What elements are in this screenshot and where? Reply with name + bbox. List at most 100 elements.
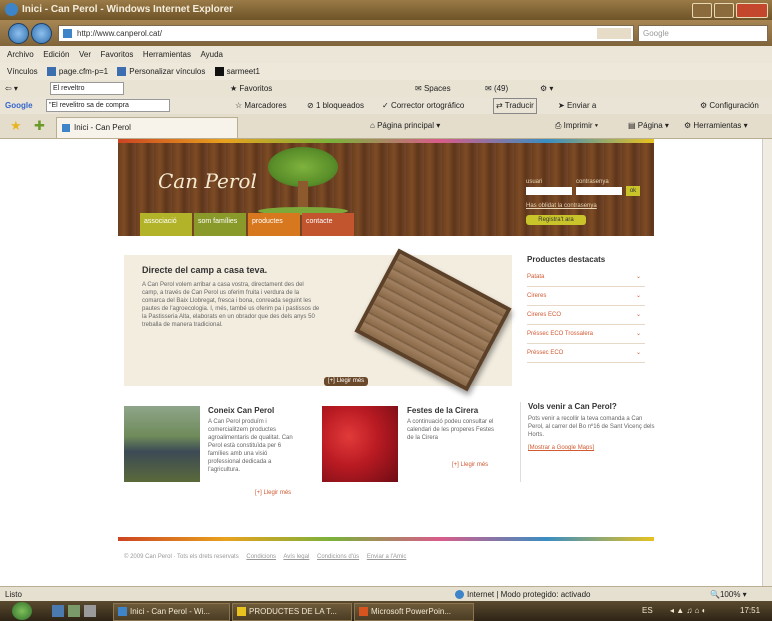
footer-link[interactable]: Condicions d'ús [317,554,359,560]
nav-tab-productes[interactable]: productes [248,213,300,236]
quicklaunch-ie-icon[interactable] [52,605,64,617]
toolbar-row: ⇦ ▾ El reveltro ★ Favoritos ✉ Spaces ✉ (… [0,80,772,97]
tools-menu-button[interactable]: ⚙ Herramientas ▾ [684,114,748,138]
maximize-button[interactable] [714,3,734,18]
block2-text: A continuació podeu consultar el calenda… [407,419,495,441]
quicklaunch-explorer-icon[interactable] [68,605,80,617]
links-label: Vínculos [7,67,38,76]
google-search-input[interactable]: "El revelitro sa de compra [46,99,170,112]
password-input[interactable] [576,187,622,195]
search-box[interactable]: Google [638,25,768,42]
block2-title[interactable]: Festes de la Cirera [407,406,478,415]
google-toolbar: Google "El revelitro sa de compra ☆ Marc… [0,97,772,115]
chevron-down-icon: ⌄ [635,350,641,356]
page-viewport[interactable]: Can Perol associació som famílies produc… [0,139,762,586]
settings-button[interactable]: ⚙ Configuración [700,97,759,114]
toolbar-extra-icon[interactable]: ⚙ ▾ [540,80,553,97]
link-favicon-icon [46,67,56,77]
clock[interactable]: 17:51 [740,601,760,621]
tab-active[interactable]: Inici - Can Perol [56,117,238,138]
menu-edicion[interactable]: Edición [43,46,69,63]
block1-read-more[interactable]: [+] Llegir més [255,490,291,496]
page-menu-button[interactable]: ▤ Página ▾ [628,114,669,138]
site-logo[interactable]: Can Perol [158,169,257,193]
mail-count[interactable]: ✉ (49) [485,80,508,97]
toolbar-search-input[interactable]: El reveltro [50,82,124,95]
block2-read-more[interactable]: [+] Llegir més [452,462,488,468]
vertical-scrollbar[interactable] [762,139,772,586]
spellcheck-button[interactable]: ✓ Corrector ortográfico [382,97,464,114]
user-input[interactable] [526,187,572,195]
spaces-button[interactable]: ✉ Spaces [415,80,451,97]
start-button[interactable] [12,602,32,620]
site-header: Can Perol associació som famílies produc… [118,143,654,236]
visit-text: Pots venir a recollir la teva comanda a … [528,416,655,438]
google-maps-link[interactable]: [Mostrar a Google Maps] [528,445,658,451]
home-button[interactable]: ⌂ Página principal ▾ [370,114,440,138]
send-to-button[interactable]: ➤ Enviar a [558,97,596,114]
favorites-button[interactable]: ★ Favoritos [230,80,272,97]
nav-tab-associacio[interactable]: associació [140,213,192,236]
links-bar: Vínculos page.cfm-p=1 Personalizar víncu… [0,63,772,80]
tab-label: Inici - Can Perol [74,123,131,132]
translate-button[interactable]: ⇄ Traducir [493,98,537,114]
language-indicator[interactable]: ES [642,601,653,621]
tab-favicon-icon [62,123,70,132]
forgot-password-link[interactable]: Has oblidat la contrasenya [526,203,597,209]
zoom-control[interactable]: 🔍100% ▾ [710,587,747,602]
footer-link[interactable]: Avís legal [283,554,309,560]
chevron-down-icon: ⌄ [635,331,641,337]
product-item[interactable]: Préssec ECO Trossalera ⌄ [527,325,645,344]
footer-link[interactable]: Enviar a l'Amic [367,554,407,560]
globe-icon [455,590,464,600]
taskbar-button-folder[interactable]: PRODUCTES DE LA T... [232,603,352,621]
address-bar[interactable]: http://www.canperol.cat/ [58,25,634,42]
menu-favoritos[interactable]: Favoritos [101,46,134,63]
address-row: http://www.canperol.cat/ Google [0,20,772,46]
footer-link[interactable]: Condicions [246,554,276,560]
quicklaunch-desktop-icon[interactable] [84,605,96,617]
menu-ayuda[interactable]: Ayuda [200,46,223,63]
register-button[interactable]: Registra't ara [526,215,586,225]
bookmarks-button[interactable]: ☆ Marcadores [235,97,287,114]
product-item[interactable]: Cireres ⌄ [527,287,645,306]
taskbar-button-powerpoint[interactable]: Microsoft PowerPoin... [354,603,474,621]
close-button[interactable] [736,3,768,18]
link-item[interactable]: page.cfm-p=1 [46,63,108,80]
nav-tab-families[interactable]: som famílies [194,213,246,236]
copyright: © 2009 Can Perol · Tots els drets reserv… [124,554,239,560]
visit-title: Vols venir a Can Perol? [528,402,617,411]
nav-tab-contacte[interactable]: contacte [302,213,354,236]
feature-box: Directe del camp a casa teva. A Can Pero… [124,248,512,392]
chevron-down-icon: ⌄ [635,274,641,280]
security-zone[interactable]: Internet | Modo protegido: activado [455,587,591,602]
menu-archivo[interactable]: Archivo [7,46,34,63]
window-title-bar[interactable]: Inici - Can Perol - Windows Internet Exp… [0,0,772,20]
refresh-stop-buttons[interactable] [597,28,631,39]
link-favicon-icon [117,67,127,77]
tray-icons[interactable]: ◂ ▲ ♫ ⌂ ◐ [670,601,707,621]
link-item[interactable]: Personalizar vínculos [117,63,205,80]
forward-button[interactable] [31,23,52,44]
site-footer: © 2009 Can Perol · Tots els drets reserv… [124,554,412,560]
menu-herramientas[interactable]: Herramientas [143,46,191,63]
print-button[interactable]: ⎙ Imprimir ▾ [555,114,598,138]
product-item[interactable]: Patata ⌄ [527,268,645,287]
taskbar-button-ie[interactable]: Inici - Can Perol - Wi... [113,603,230,621]
ie-logo-icon [5,3,18,16]
minimize-button[interactable] [692,3,712,18]
product-item[interactable]: Préssec ECO ⌄ [527,344,645,363]
chevron-down-icon: ⌄ [635,312,641,318]
back-button[interactable] [8,23,29,44]
block1-title[interactable]: Coneix Can Perol [208,406,274,415]
window-title: Inici - Can Perol - Windows Internet Exp… [22,4,234,15]
login-ok-button[interactable]: ok [626,186,640,196]
feature-read-more-button[interactable]: [+] Llegir més [324,377,369,386]
menu-ver[interactable]: Ver [79,46,91,63]
popup-blocked-button[interactable]: ⊘ 1 bloqueados [307,97,364,114]
toolbar-back-icon[interactable]: ⇦ ▾ [5,80,18,97]
link-item[interactable]: sarmeet1 [214,63,260,80]
add-favorite-icon[interactable]: ✚ [34,119,45,132]
product-item[interactable]: Cireres ECO ⌄ [527,306,645,325]
favorites-star-icon[interactable]: ★ [10,119,22,132]
